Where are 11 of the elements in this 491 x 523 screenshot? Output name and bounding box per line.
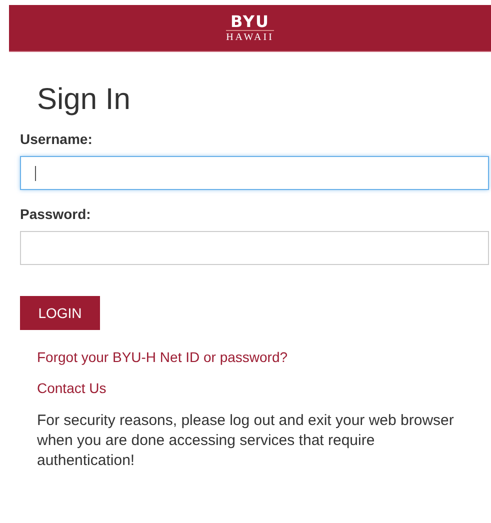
- link[interactable]: Forgot your BYU-H Net ID or password?: [37, 349, 288, 366]
- page-title: Sign In: [37, 82, 132, 118]
- field-label: Password:: [20, 206, 92, 223]
- login-button[interactable]: LOGIN: [20, 296, 100, 330]
- input-field[interactable]: [20, 156, 489, 190]
- logo-subtitle: HAWAII: [226, 30, 274, 42]
- link[interactable]: Contact Us: [37, 380, 106, 397]
- field-label: Username:: [20, 131, 94, 148]
- logo-text: BYU: [230, 14, 270, 30]
- input-field[interactable]: [20, 231, 489, 265]
- security-notice: For security reasons, please log out and exit your web browser when you are done accessing services that require authentication!: [37, 411, 455, 471]
